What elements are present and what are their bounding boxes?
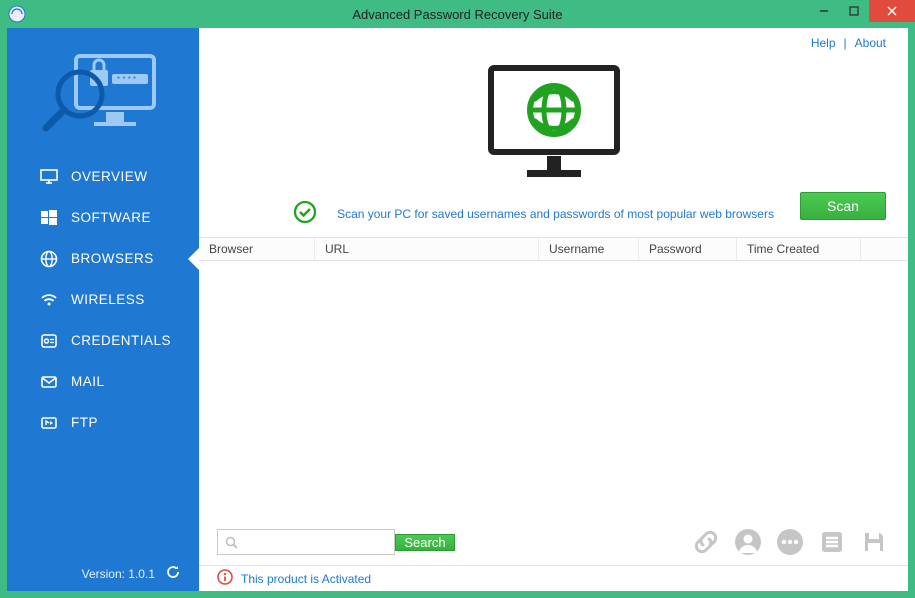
main-panel: Help | About (199, 28, 908, 591)
svg-text:* * * *: * * * * (117, 75, 136, 84)
sidebar-item-credentials[interactable]: CREDENTIALS (7, 320, 199, 361)
sidebar-item-label: FTP (71, 415, 98, 430)
search-icon (218, 530, 244, 554)
info-icon (217, 569, 233, 588)
sidebar-item-wireless[interactable]: WIRELESS (7, 279, 199, 320)
about-link[interactable]: About (855, 36, 886, 50)
check-icon (293, 200, 317, 227)
sidebar-item-ftp[interactable]: FTP (7, 402, 199, 443)
wifi-icon (39, 290, 59, 310)
table-body (199, 261, 908, 519)
sidebar-item-mail[interactable]: MAIL (7, 361, 199, 402)
column-password[interactable]: Password (639, 238, 737, 260)
sidebar-item-label: WIRELESS (71, 292, 145, 307)
maximize-button[interactable] (839, 0, 869, 22)
scan-button[interactable]: Scan (800, 192, 886, 220)
close-button[interactable] (869, 0, 915, 22)
column-time-created[interactable]: Time Created (737, 238, 861, 260)
monitor-icon (39, 167, 59, 187)
window-title: Advanced Password Recovery Suite (352, 7, 562, 22)
separator: | (844, 36, 847, 50)
version-label: Version: 1.0.1 (82, 567, 155, 581)
titlebar: Advanced Password Recovery Suite (0, 0, 915, 28)
help-link[interactable]: Help (811, 36, 836, 50)
link-icon[interactable] (690, 526, 722, 558)
ftp-icon (39, 413, 59, 433)
user-icon[interactable] (732, 526, 764, 558)
mail-icon (39, 372, 59, 392)
column-spacer (861, 238, 908, 260)
sidebar-item-browsers[interactable]: BROWSERS (7, 238, 199, 279)
credentials-icon (39, 331, 59, 351)
scan-message: Scan your PC for saved usernames and pas… (337, 207, 774, 221)
more-icon[interactable] (774, 526, 806, 558)
sidebar-item-label: SOFTWARE (71, 210, 151, 225)
column-browser[interactable]: Browser (199, 238, 315, 260)
sidebar-item-label: CREDENTIALS (71, 333, 171, 348)
minimize-button[interactable] (809, 0, 839, 22)
hero-illustration (199, 58, 908, 194)
sidebar-item-label: BROWSERS (71, 251, 154, 266)
column-username[interactable]: Username (539, 238, 639, 260)
sidebar-item-label: OVERVIEW (71, 169, 148, 184)
globe-icon (39, 249, 59, 269)
column-url[interactable]: URL (315, 238, 539, 260)
status-text: This product is Activated (241, 572, 371, 586)
app-icon (8, 5, 26, 23)
table-header: Browser URL Username Password Time Creat… (199, 237, 908, 261)
sidebar-item-overview[interactable]: OVERVIEW (7, 156, 199, 197)
list-icon[interactable] (816, 526, 848, 558)
app-logo: * * * * (7, 28, 199, 156)
refresh-icon[interactable] (165, 564, 181, 583)
search-button[interactable]: Search (395, 534, 455, 551)
windows-icon (39, 208, 59, 228)
sidebar-item-label: MAIL (71, 374, 105, 389)
sidebar: * * * * OVERVIEW SOFTWARE (7, 28, 199, 591)
search-input[interactable] (244, 530, 394, 554)
sidebar-item-software[interactable]: SOFTWARE (7, 197, 199, 238)
save-icon[interactable] (858, 526, 890, 558)
